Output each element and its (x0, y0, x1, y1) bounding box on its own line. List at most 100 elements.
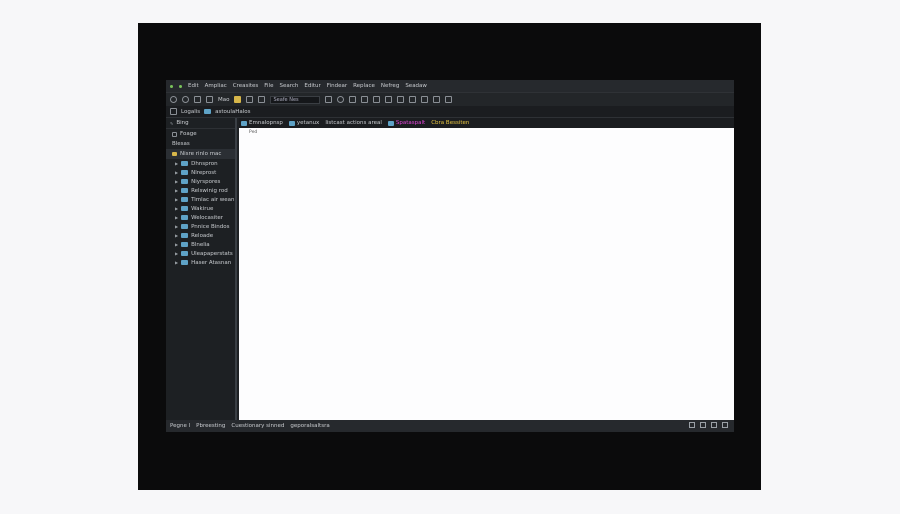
tab-label: Cbra Bessiten (431, 120, 470, 126)
pin-icon: ✎ (170, 120, 174, 126)
undo-icon[interactable] (194, 96, 201, 103)
split-icon[interactable] (409, 96, 417, 103)
refresh-icon[interactable] (182, 96, 189, 103)
project-sidebar: ✎ Bing Foage Blesas Nisre rinlo mac ▶ Dhn… (166, 118, 237, 420)
tree-item[interactable]: ▶ Dhnspron (166, 159, 235, 168)
menu-creasites[interactable]: Creasites (233, 83, 259, 89)
menu-ampliac[interactable]: Ampliac (205, 83, 227, 89)
terminal-icon[interactable] (433, 96, 441, 103)
file-icon (181, 215, 189, 220)
chevron-right-icon[interactable]: ▶ (175, 188, 178, 193)
format-icon[interactable] (325, 96, 333, 103)
chevron-right-icon[interactable]: ▶ (175, 170, 178, 175)
chevron-right-icon[interactable]: ▶ (175, 224, 178, 229)
chevron-right-icon[interactable]: ▶ (175, 179, 178, 184)
window-dot-icon[interactable] (179, 84, 182, 88)
check-icon[interactable] (711, 422, 717, 428)
tab-file[interactable]: Emnalopnsp (241, 120, 283, 126)
tab-label: yetanux (296, 120, 320, 126)
tree-item[interactable]: ▶ Haser Atasnan (166, 258, 235, 267)
tree-item[interactable]: ▶ Blnelia (166, 240, 235, 249)
chevron-right-icon[interactable]: ▶ (175, 233, 178, 238)
run-button[interactable]: Mao (218, 97, 229, 103)
tree-item[interactable]: ▶ Niyrspores (166, 177, 235, 186)
tree-item-label: Pnnice Bindos (191, 223, 230, 230)
file-icon (181, 161, 189, 166)
path-segment[interactable]: Logalis (181, 109, 200, 115)
status-item[interactable]: Pegne l (170, 423, 190, 429)
grid-icon[interactable] (385, 96, 393, 103)
page-icon (172, 131, 177, 137)
copy-icon[interactable] (258, 96, 266, 103)
sidebar-row[interactable]: Blesas (166, 139, 235, 149)
pencil-icon[interactable] (206, 96, 213, 103)
file-icon (181, 197, 189, 202)
menu-seadaw[interactable]: Seadaw (405, 83, 427, 89)
tree-item-label: Nlreprost (191, 169, 217, 176)
path-segment[interactable]: astoulaHalos (215, 109, 250, 115)
status-item[interactable]: geporalsaltsra (290, 423, 329, 429)
save-icon[interactable] (246, 96, 254, 103)
layout-icon[interactable] (722, 422, 728, 428)
file-icon (181, 206, 189, 211)
status-bar: Pegne l Pbreesting Cuestionary sinned ge… (166, 420, 734, 432)
folder-icon (172, 152, 177, 156)
layout-icon[interactable] (373, 96, 381, 103)
folder-icon[interactable] (234, 96, 242, 103)
chevron-right-icon[interactable]: ▶ (175, 215, 178, 220)
tree-item-label: Wakirue (191, 205, 214, 212)
tree-item[interactable]: ▶ Relswinig rod (166, 186, 235, 195)
file-icon (241, 120, 247, 126)
tab-file[interactable]: Cbra Bessiten (431, 120, 469, 126)
file-icon (181, 242, 189, 247)
debug-icon[interactable] (421, 96, 429, 103)
edit-path-icon[interactable] (170, 108, 177, 115)
sync-icon[interactable] (700, 422, 706, 428)
chevron-right-icon[interactable]: ▶ (175, 260, 178, 265)
menu-editur[interactable]: Editur (304, 83, 320, 89)
tab-label: Spataspalt (395, 120, 426, 126)
tab-file[interactable]: listcast actions areal (325, 120, 382, 126)
settings-icon[interactable] (337, 96, 345, 103)
file-icon (387, 120, 394, 126)
file-icon (204, 109, 212, 114)
tab-file[interactable]: Spataspalt (387, 120, 426, 126)
tree-item[interactable]: ▶ Welocasiter (166, 213, 235, 222)
chevron-right-icon[interactable]: ▶ (175, 206, 178, 211)
sidebar-row-label: Blesas (172, 141, 190, 147)
chevron-right-icon[interactable]: ▶ (175, 197, 178, 202)
tree-item[interactable]: ▶ Wakirue (166, 204, 235, 213)
sidebar-folder[interactable]: Nisre rinlo mac (166, 149, 235, 159)
file-icon (288, 120, 295, 126)
tree-item[interactable]: ▶ Timlac air wean (166, 195, 235, 204)
sidebar-header[interactable]: ✎ Bing (166, 118, 235, 129)
tree-item[interactable]: ▶ Reloade (166, 231, 235, 240)
preview-icon[interactable] (445, 96, 453, 103)
code-editor[interactable]: Ped (239, 128, 734, 420)
menu-replace[interactable]: Replace (353, 83, 375, 89)
tree-item[interactable]: ▶ Uleapaperstats (166, 249, 235, 258)
bell-icon[interactable] (689, 422, 695, 428)
image-icon[interactable] (349, 96, 357, 103)
status-item[interactable]: Pbreesting (196, 423, 225, 429)
menu-file[interactable]: File (264, 83, 273, 89)
status-item[interactable]: Cuestionary sinned (231, 423, 284, 429)
chevron-right-icon[interactable]: ▶ (175, 242, 178, 247)
window-dot-icon[interactable] (170, 84, 173, 88)
back-icon[interactable] (170, 96, 177, 103)
toolbar: Mao Seafe Nes (166, 92, 734, 106)
tab-file[interactable]: yetanux (288, 120, 320, 126)
table-icon[interactable] (397, 96, 405, 103)
menu-findear[interactable]: Findear (327, 83, 347, 89)
search-input[interactable]: Seafe Nes (270, 95, 321, 104)
menu-edit[interactable]: Edit (188, 83, 199, 89)
chart-icon[interactable] (361, 96, 369, 103)
sidebar-row[interactable]: Foage (166, 129, 235, 139)
chevron-right-icon[interactable]: ▶ (175, 161, 178, 166)
chevron-right-icon[interactable]: ▶ (175, 251, 178, 256)
menu-search[interactable]: Search (279, 83, 298, 89)
status-icons (689, 422, 728, 428)
tree-item[interactable]: ▶ Nlreprost (166, 168, 235, 177)
menu-nefreg[interactable]: Nefreg (381, 83, 399, 89)
tree-item[interactable]: ▶ Pnnice Bindos (166, 222, 235, 231)
